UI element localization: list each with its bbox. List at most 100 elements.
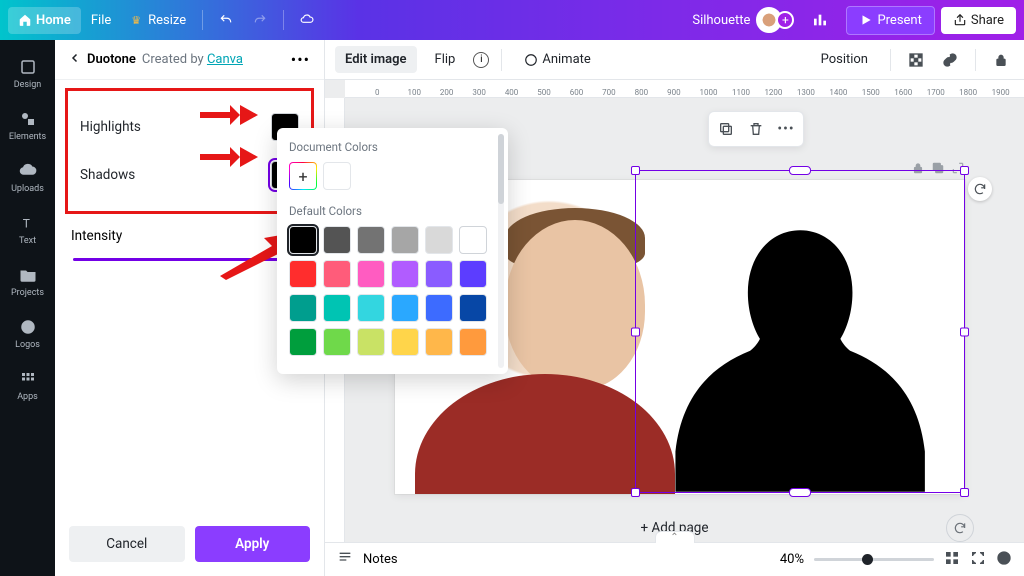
undo-button[interactable] xyxy=(209,7,243,33)
color-swatch[interactable] xyxy=(357,260,385,288)
color-swatch[interactable] xyxy=(323,162,351,190)
fullscreen-icon[interactable] xyxy=(970,550,986,570)
color-swatch[interactable] xyxy=(391,294,419,322)
animate-button[interactable]: Animate xyxy=(514,46,600,73)
more-icon[interactable]: ••• xyxy=(773,116,799,142)
notes-icon[interactable] xyxy=(337,550,353,570)
zoom-slider[interactable] xyxy=(814,558,934,561)
transparency-icon[interactable] xyxy=(903,47,929,73)
selection-box[interactable]: ••• xyxy=(635,170,965,493)
bottom-bar: ⌃ Notes 40% xyxy=(325,542,1024,576)
delete-icon[interactable] xyxy=(743,116,769,142)
nav-uploads[interactable]: Uploads xyxy=(0,152,55,204)
position-button[interactable]: Position xyxy=(811,46,878,73)
sync-icon[interactable] xyxy=(946,514,974,542)
shadows-label: Shadows xyxy=(80,167,135,183)
separator xyxy=(202,10,203,30)
zoom-label[interactable]: 40% xyxy=(780,552,804,567)
edit-image-button[interactable]: Edit image xyxy=(335,46,417,73)
color-swatch[interactable] xyxy=(357,294,385,322)
color-swatch[interactable] xyxy=(357,328,385,356)
color-swatch[interactable] xyxy=(289,260,317,288)
color-swatch[interactable] xyxy=(289,294,317,322)
add-color-button[interactable]: + xyxy=(289,162,317,190)
color-swatch[interactable] xyxy=(357,226,385,254)
document-colors-row: + xyxy=(289,162,496,190)
resize-button[interactable]: ♛Resize xyxy=(121,7,196,34)
present-button[interactable]: Present xyxy=(846,6,934,35)
resize-handle[interactable] xyxy=(789,166,811,175)
color-swatch[interactable] xyxy=(459,294,487,322)
panel-title: Duotone xyxy=(87,52,136,67)
color-swatch[interactable] xyxy=(323,226,351,254)
svg-text:T: T xyxy=(22,217,29,231)
cloud-sync-icon[interactable] xyxy=(290,7,324,33)
element-floating-toolbar: ••• xyxy=(708,111,804,147)
resize-handle[interactable] xyxy=(960,166,969,175)
resize-handle[interactable] xyxy=(960,327,969,336)
context-toolbar: Edit image Flip i Animate Position xyxy=(325,40,1024,80)
redo-button[interactable] xyxy=(243,7,277,33)
separator xyxy=(283,10,284,30)
share-button[interactable]: Share xyxy=(941,7,1016,34)
expand-pages-tab[interactable]: ⌃ xyxy=(655,531,695,543)
color-swatch[interactable] xyxy=(425,260,453,288)
color-swatch[interactable] xyxy=(425,328,453,356)
nav-elements[interactable]: Elements xyxy=(0,100,55,152)
lock-icon[interactable] xyxy=(988,47,1014,73)
duplicate-icon[interactable] xyxy=(713,116,739,142)
nav-logos[interactable]: Logos xyxy=(0,308,55,360)
intensity-label: Intensity xyxy=(71,228,122,244)
color-swatch[interactable] xyxy=(391,260,419,288)
grid-view-icon[interactable] xyxy=(944,550,960,570)
add-collaborator-button[interactable]: + xyxy=(776,11,794,29)
color-swatch[interactable] xyxy=(323,260,351,288)
intensity-slider[interactable] xyxy=(73,258,306,261)
notes-button[interactable]: Notes xyxy=(363,552,398,567)
back-button[interactable] xyxy=(69,52,81,68)
author-link[interactable]: Canva xyxy=(207,52,243,67)
insights-button[interactable] xyxy=(800,6,840,34)
panel-author: Created by Canva xyxy=(142,52,243,67)
color-swatch[interactable] xyxy=(289,226,317,254)
help-icon[interactable] xyxy=(996,550,1012,570)
color-swatch[interactable] xyxy=(425,226,453,254)
resize-handle[interactable] xyxy=(631,166,640,175)
color-swatch[interactable] xyxy=(323,328,351,356)
color-swatch[interactable] xyxy=(323,294,351,322)
document-colors-label: Document Colors xyxy=(289,140,496,154)
resize-handle[interactable] xyxy=(631,327,640,336)
nav-design[interactable]: Design xyxy=(0,48,55,100)
color-swatch[interactable] xyxy=(289,328,317,356)
file-menu[interactable]: File xyxy=(81,7,121,34)
color-swatch[interactable] xyxy=(425,294,453,322)
crown-icon: ♛ xyxy=(131,14,141,27)
link-icon[interactable] xyxy=(937,47,963,73)
rotate-handle[interactable] xyxy=(968,177,992,201)
color-swatch[interactable] xyxy=(459,260,487,288)
left-nav: Design Elements Uploads TText Projects L… xyxy=(0,40,55,576)
nav-apps[interactable]: Apps xyxy=(0,360,55,412)
nav-projects[interactable]: Projects xyxy=(0,256,55,308)
shadows-row: Shadows xyxy=(76,151,303,199)
color-swatch[interactable] xyxy=(391,328,419,356)
color-swatch[interactable] xyxy=(459,328,487,356)
resize-handle[interactable] xyxy=(631,488,640,497)
app-header: Home File ♛Resize Silhouette + Present S… xyxy=(0,0,1024,40)
nav-text[interactable]: TText xyxy=(0,204,55,256)
document-title[interactable]: Silhouette xyxy=(692,13,750,28)
cancel-button[interactable]: Cancel xyxy=(69,526,185,562)
scrollbar[interactable] xyxy=(498,134,504,368)
resize-handle[interactable] xyxy=(789,488,811,497)
flip-button[interactable]: Flip xyxy=(425,46,466,73)
home-button[interactable]: Home xyxy=(8,7,81,34)
default-colors-label: Default Colors xyxy=(289,204,496,218)
info-icon[interactable]: i xyxy=(473,52,489,68)
panel-more-icon[interactable]: ••• xyxy=(291,50,310,69)
resize-handle[interactable] xyxy=(960,488,969,497)
color-swatch[interactable] xyxy=(459,226,487,254)
panel-header: Duotone Created by Canva ••• xyxy=(55,40,324,80)
apply-button[interactable]: Apply xyxy=(195,526,311,562)
color-swatch[interactable] xyxy=(391,226,419,254)
highlights-label: Highlights xyxy=(80,119,141,135)
